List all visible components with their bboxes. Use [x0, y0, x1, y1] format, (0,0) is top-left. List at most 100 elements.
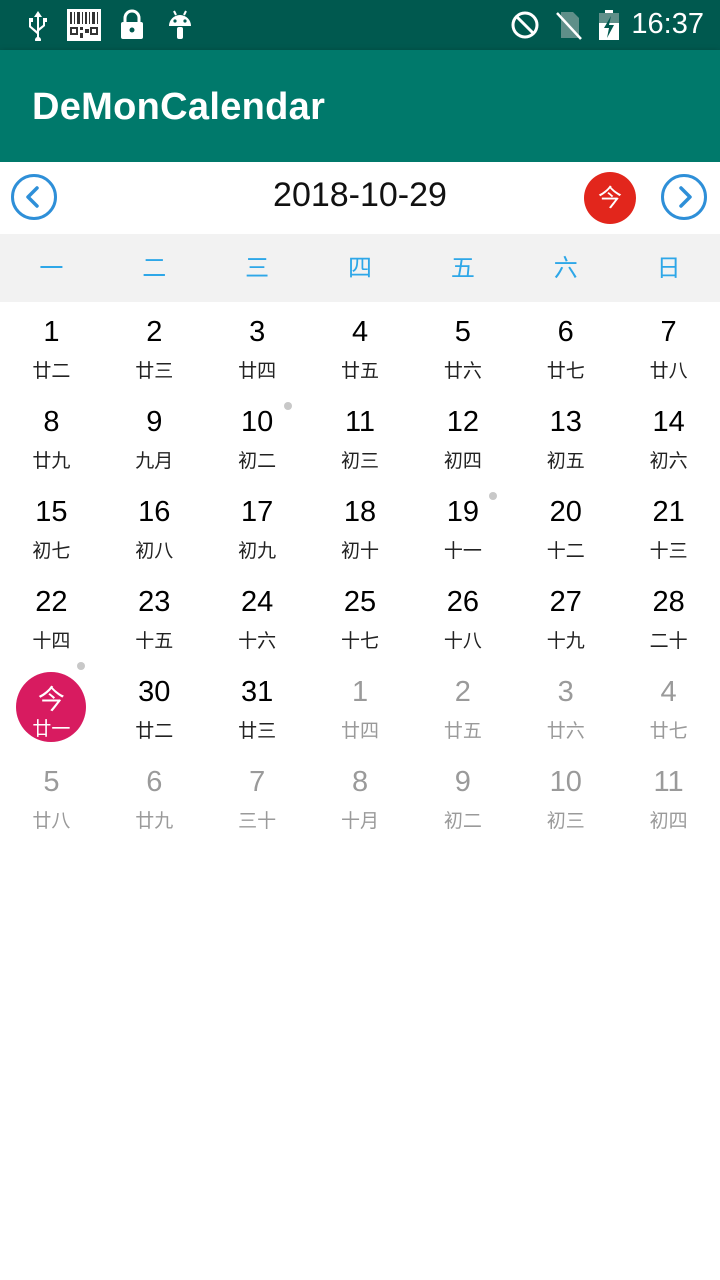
weekday-wed: 三	[245, 254, 270, 282]
calendar-day-other-month[interactable]: 9 初二	[411, 752, 514, 842]
calendar-day[interactable]: 31 廿三	[206, 662, 309, 752]
calendar-day[interactable]: 3 廿四	[206, 302, 309, 392]
day-number: 2	[146, 316, 163, 348]
lock-icon	[121, 9, 143, 39]
lunar-date: 初三	[341, 450, 380, 472]
calendar-day[interactable]: 5 廿六	[411, 302, 514, 392]
lunar-date: 十三	[649, 540, 688, 562]
calendar-day[interactable]: 24 十六	[206, 572, 309, 662]
day-number: 6	[557, 316, 574, 348]
calendar-day[interactable]: 25 十七	[309, 572, 412, 662]
next-month-button[interactable]	[661, 174, 707, 220]
weekday-fri: 五	[450, 254, 475, 282]
status-time: 16:37	[631, 8, 704, 40]
calendar-day[interactable]: 18 初十	[309, 482, 412, 572]
barcode-icon	[67, 9, 101, 41]
day-number: 5	[43, 766, 60, 798]
calendar-day-other-month[interactable]: 4 廿七	[617, 662, 720, 752]
lunar-date: 初七	[32, 540, 71, 562]
calendar-day[interactable]: 16 初八	[103, 482, 206, 572]
lunar-date: 廿五	[341, 360, 380, 382]
calendar-day[interactable]: 2 廿三	[103, 302, 206, 392]
event-dot	[283, 402, 292, 410]
day-number: 19	[446, 496, 479, 528]
calendar-day[interactable]: 6 廿七	[514, 302, 617, 392]
day-number: 11	[653, 766, 684, 798]
lunar-date: 廿六	[443, 360, 482, 382]
weekday-mon: 一	[39, 254, 64, 282]
calendar-day[interactable]: 20 十二	[514, 482, 617, 572]
lunar-date: 初五	[546, 450, 585, 472]
lunar-date: 廿一	[32, 718, 71, 740]
day-number: 17	[241, 496, 274, 528]
calendar-day[interactable]: 26 十八	[411, 572, 514, 662]
calendar-day[interactable]: 21 十三	[617, 482, 720, 572]
calendar-day[interactable]: 9 九月	[103, 392, 206, 482]
calendar-day[interactable]: 28 二十	[617, 572, 720, 662]
day-number: 16	[138, 496, 171, 528]
calendar-day[interactable]: 14 初六	[617, 392, 720, 482]
usb-icon	[29, 11, 47, 41]
battery-charging-icon	[599, 10, 619, 40]
calendar-day[interactable]: 27 十九	[514, 572, 617, 662]
lunar-date: 十七	[341, 630, 380, 652]
calendar-day-other-month[interactable]: 8 十月	[309, 752, 412, 842]
calendar-day-other-month[interactable]: 7 三十	[206, 752, 309, 842]
today-button[interactable]: 今	[584, 172, 636, 224]
calendar-day[interactable]: 30 廿二	[103, 662, 206, 752]
weekday-header: 一 二 三 四 五 六 日	[0, 234, 720, 302]
day-number: 11	[344, 406, 376, 438]
day-number: 6	[146, 766, 163, 798]
day-number: 4	[660, 676, 677, 708]
day-number: 15	[35, 496, 68, 528]
lunar-date: 廿七	[546, 360, 585, 382]
calendar-day-other-month[interactable]: 10 初三	[514, 752, 617, 842]
calendar-day-other-month[interactable]: 5 廿八	[0, 752, 103, 842]
lunar-date: 初九	[238, 540, 277, 562]
calendar-day-other-month[interactable]: 2 廿五	[411, 662, 514, 752]
calendar-week-row: 今廿一 30 廿二 31 廿三 1 廿四 2 廿五 3 廿六 4 廿七	[0, 662, 720, 752]
calendar-day[interactable]: 8 廿九	[0, 392, 103, 482]
lunar-date: 初六	[649, 450, 688, 472]
calendar-day[interactable]: 4 廿五	[309, 302, 412, 392]
lunar-date: 初三	[546, 810, 585, 832]
calendar-day[interactable]: 23 十五	[103, 572, 206, 662]
calendar-day-other-month[interactable]: 11 初四	[617, 752, 720, 842]
calendar-day[interactable]: 13 初五	[514, 392, 617, 482]
lunar-date: 廿二	[135, 720, 174, 742]
calendar-day[interactable]: 12 初四	[411, 392, 514, 482]
calendar-day[interactable]: 19 十一	[411, 482, 514, 572]
lunar-date: 十四	[32, 630, 71, 652]
day-number: 14	[652, 406, 685, 438]
calendar-day[interactable]: 1 廿二	[0, 302, 103, 392]
calendar-week-row: 5 廿八 6 廿九 7 三十 8 十月 9 初二 10 初三 11 初四	[0, 752, 720, 842]
day-number: 2	[454, 676, 471, 708]
lunar-date: 廿九	[135, 810, 174, 832]
calendar-day[interactable]: 17 初九	[206, 482, 309, 572]
day-number: 28	[652, 586, 685, 618]
calendar-day-today[interactable]: 今廿一	[0, 662, 103, 752]
weekday-sun: 日	[656, 254, 681, 282]
calendar-day-other-month[interactable]: 6 廿九	[103, 752, 206, 842]
lunar-date: 廿五	[443, 720, 482, 742]
day-number: 10	[549, 766, 582, 798]
day-number: 13	[549, 406, 582, 438]
lunar-date: 二十	[649, 630, 688, 652]
app-bar: DeMonCalendar	[0, 50, 720, 162]
lunar-date: 初十	[341, 540, 380, 562]
calendar-day[interactable]: 15 初七	[0, 482, 103, 572]
lunar-date: 初四	[649, 810, 688, 832]
calendar-day[interactable]: 22 十四	[0, 572, 103, 662]
lunar-date: 十一	[443, 540, 482, 562]
lunar-date: 十五	[135, 630, 174, 652]
calendar-grid: 1 廿二 2 廿三 3 廿四 4 廿五 5 廿六 6 廿七 7 廿八 8 廿九 9 九月 10 初二 11 初三 12 初四 1…	[0, 302, 720, 842]
calendar-day-other-month[interactable]: 1 廿四	[309, 662, 412, 752]
calendar-day[interactable]: 10 初二	[206, 392, 309, 482]
do-not-disturb-icon	[511, 11, 539, 39]
weekday-sat: 六	[553, 254, 578, 282]
calendar-day-other-month[interactable]: 3 廿六	[514, 662, 617, 752]
calendar-day[interactable]: 11 初三	[309, 392, 412, 482]
day-number: 9	[146, 406, 163, 438]
weekday-thu: 四	[348, 254, 372, 282]
calendar-day[interactable]: 7 廿八	[617, 302, 720, 392]
